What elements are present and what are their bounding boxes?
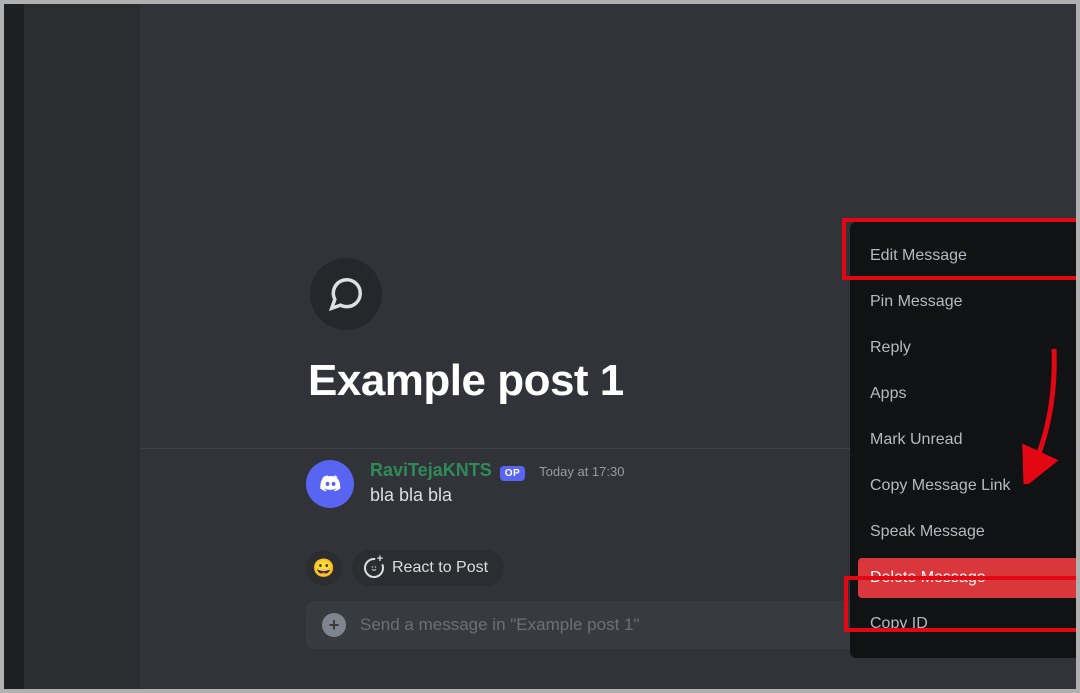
- context-speak-message[interactable]: Speak Message: [858, 512, 1076, 552]
- chat-bubble-icon: [327, 275, 365, 313]
- avatar[interactable]: [306, 460, 354, 508]
- smile-emoji-icon: 😀: [313, 558, 335, 579]
- react-to-post-label: React to Post: [392, 559, 488, 577]
- discord-logo-icon: [317, 471, 343, 497]
- message-context-menu: Edit Message Pin Message Reply Apps Mark…: [850, 222, 1076, 658]
- context-item-label: Reply: [870, 339, 911, 357]
- context-copy-id[interactable]: Copy ID ID: [858, 604, 1076, 644]
- context-item-label: Edit Message: [870, 247, 967, 265]
- app-window: Example post 1 RaviTejaKNTS OP Today at …: [4, 4, 1076, 689]
- guild-sidebar: [4, 4, 24, 689]
- context-item-label: Pin Message: [870, 293, 963, 311]
- channel-sidebar: [24, 4, 140, 689]
- thread-title: Example post 1: [308, 356, 624, 406]
- emoji-plus-icon: [364, 558, 384, 578]
- context-item-label: Delete Message: [870, 569, 986, 587]
- composer-placeholder: Send a message in "Example post 1": [360, 615, 640, 635]
- op-badge: OP: [500, 466, 525, 481]
- context-item-label: Mark Unread: [870, 431, 962, 449]
- context-mark-unread[interactable]: Mark Unread: [858, 420, 1076, 460]
- context-reply[interactable]: Reply: [858, 328, 1076, 368]
- main-panel: Example post 1 RaviTejaKNTS OP Today at …: [140, 4, 1076, 689]
- thread-chat-icon: [310, 258, 382, 330]
- react-to-post-button[interactable]: React to Post: [352, 550, 504, 586]
- context-item-label: Speak Message: [870, 523, 985, 541]
- context-item-label: Apps: [870, 385, 906, 403]
- context-pin-message[interactable]: Pin Message: [858, 282, 1076, 322]
- context-copy-message-link[interactable]: Copy Message Link: [858, 466, 1076, 506]
- message-author[interactable]: RaviTejaKNTS: [370, 460, 492, 481]
- context-edit-message[interactable]: Edit Message: [858, 236, 1076, 276]
- context-apps[interactable]: Apps: [858, 374, 1076, 414]
- attach-button[interactable]: +: [322, 613, 346, 637]
- context-delete-message[interactable]: Delete Message: [858, 558, 1076, 598]
- add-reaction-button[interactable]: 😀: [306, 550, 342, 586]
- context-item-label: Copy Message Link: [870, 477, 1011, 495]
- context-item-label: Copy ID: [870, 615, 928, 633]
- message-timestamp: Today at 17:30: [539, 464, 624, 479]
